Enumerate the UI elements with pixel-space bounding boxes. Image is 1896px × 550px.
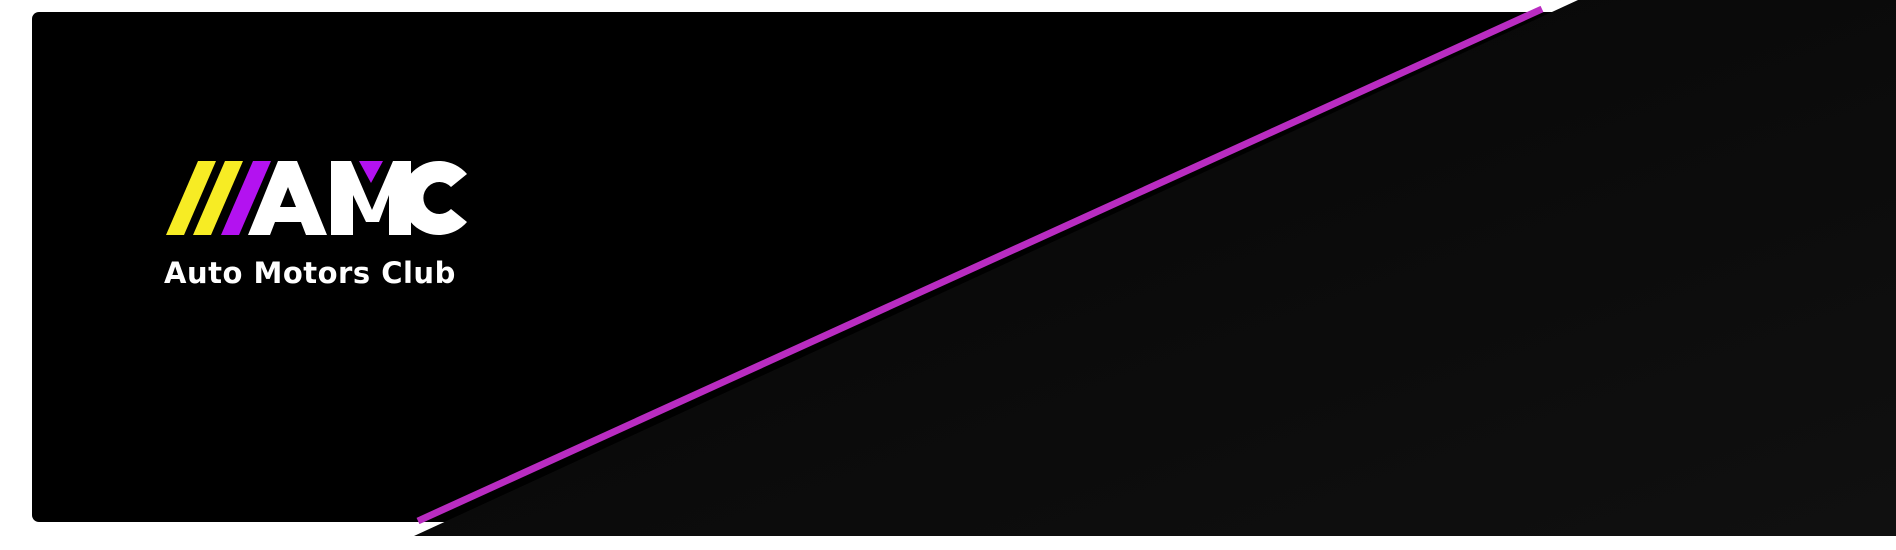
banner-stage: Auto Motors Club <box>0 0 1896 550</box>
brand-tagline: Auto Motors Club <box>164 256 456 290</box>
